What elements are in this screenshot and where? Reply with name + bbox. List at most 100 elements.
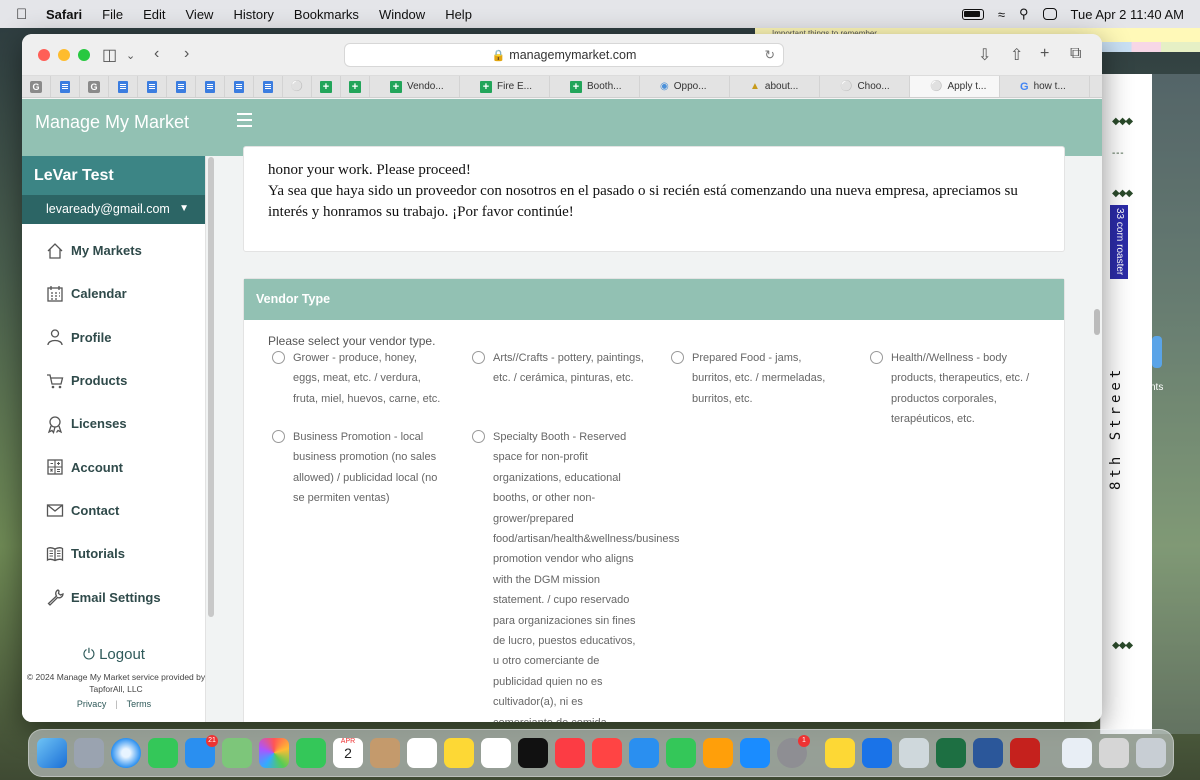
radio-button[interactable] (272, 430, 285, 443)
menu-app-name[interactable]: Safari (46, 7, 82, 22)
word-icon[interactable] (973, 738, 1003, 768)
browser-tab[interactable]: + Booth... (550, 76, 640, 97)
menu-bookmarks[interactable]: Bookmarks (294, 7, 359, 22)
stickies-icon[interactable] (825, 738, 855, 768)
sidebar-item-tutorials[interactable]: Tutorials (22, 532, 205, 575)
browser-tab[interactable]: Ghow t... (1000, 76, 1090, 97)
wifi-icon[interactable]: ≈ (998, 7, 1005, 22)
notes-icon[interactable] (444, 738, 474, 768)
browser-tab[interactable]: ▲ about... (730, 76, 820, 97)
forward-icon[interactable]: › (184, 45, 189, 63)
apple-menu-icon[interactable]:  (16, 6, 32, 23)
reload-icon[interactable]: ↻ (765, 44, 775, 66)
sidebar-item-profile[interactable]: Profile (22, 316, 205, 359)
launchpad-icon[interactable] (74, 738, 104, 768)
sidebar-item-account[interactable]: Account (22, 445, 205, 488)
browser-tab[interactable]: + Vendo... (370, 76, 460, 97)
tasks-icon[interactable] (862, 738, 892, 768)
browser-tab[interactable]: + Fire E... (460, 76, 550, 97)
pinned-tab[interactable]: + (341, 76, 370, 97)
keynote-icon[interactable] (629, 738, 659, 768)
pinned-tab[interactable] (109, 76, 138, 97)
menu-window[interactable]: Window (379, 7, 425, 22)
pinned-tab[interactable]: G (22, 76, 51, 97)
menu-file[interactable]: File (102, 7, 123, 22)
vendor-option-specialty-booth[interactable]: Specialty Booth - Reserved space for non… (472, 427, 680, 722)
browser-tab[interactable]: ◉ Oppo... (640, 76, 730, 97)
radio-button[interactable] (272, 351, 285, 364)
recent-document-icon[interactable] (1099, 738, 1129, 768)
sidebar-item-products[interactable]: Products (22, 359, 205, 402)
tab-overview-icon[interactable]: ⧉ (1070, 45, 1081, 63)
pinned-tab[interactable] (51, 76, 80, 97)
pinned-tab[interactable] (225, 76, 254, 97)
browser-tab-active[interactable]: ⚪ Apply t... (910, 76, 1000, 97)
hamburger-menu-icon[interactable] (237, 113, 252, 131)
sidebar-item-contact[interactable]: Contact (22, 489, 205, 532)
safari-icon[interactable] (111, 738, 141, 768)
zoom-window-button[interactable] (78, 49, 90, 61)
close-window-button[interactable] (38, 49, 50, 61)
maps-icon[interactable] (222, 738, 252, 768)
radio-button[interactable] (870, 351, 883, 364)
pinned-tab[interactable] (138, 76, 167, 97)
vendor-option-health-wellness[interactable]: Health//Wellness - body products, therap… (870, 348, 1042, 430)
pinned-tab[interactable]: + (312, 76, 341, 97)
vendor-option-grower[interactable]: Grower - produce, honey, eggs, meat, etc… (272, 348, 444, 409)
pages-icon[interactable] (703, 738, 733, 768)
page-scrollbar[interactable] (1094, 309, 1100, 335)
chevron-down-icon[interactable]: ⌄ (126, 49, 135, 62)
finder-icon[interactable] (37, 738, 67, 768)
reminders-icon[interactable] (407, 738, 437, 768)
site-title[interactable]: Manage My Market (35, 112, 189, 133)
minimize-window-button[interactable] (58, 49, 70, 61)
calendar-app-icon[interactable]: APR 2 (333, 738, 363, 768)
pinned-tab[interactable] (196, 76, 225, 97)
menu-clock[interactable]: Tue Apr 2 11:40 AM (1071, 7, 1184, 22)
menu-view[interactable]: View (186, 7, 214, 22)
spotlight-search-icon[interactable]: ⚲ (1019, 6, 1029, 22)
acrobat-icon[interactable] (1010, 738, 1040, 768)
facetime-icon[interactable] (296, 738, 326, 768)
sidebar-item-licenses[interactable]: Licenses (22, 402, 205, 445)
vendor-option-arts-crafts[interactable]: Arts//Crafts - pottery, paintings, etc. … (472, 348, 644, 389)
sidebar-item-my-markets[interactable]: My Markets (22, 229, 205, 272)
vendor-option-business-promotion[interactable]: Business Promotion - local business prom… (272, 427, 444, 509)
radio-button[interactable] (472, 430, 485, 443)
account-email-dropdown[interactable]: levaready@gmail.com ▼ (22, 195, 205, 224)
new-tab-icon[interactable]: + (1040, 45, 1049, 63)
contacts-icon[interactable] (370, 738, 400, 768)
app-store-icon[interactable] (740, 738, 770, 768)
excel-icon[interactable] (936, 738, 966, 768)
address-bar[interactable]: 🔒 managemymarket.com ↻ (344, 43, 784, 67)
share-icon[interactable]: ⇧ (1010, 45, 1023, 65)
pinned-tab[interactable] (167, 76, 196, 97)
battery-icon[interactable] (961, 8, 984, 20)
terms-link[interactable]: Terms (127, 699, 152, 709)
pinned-tab[interactable]: ⚪ (283, 76, 312, 97)
messages-icon[interactable] (148, 738, 178, 768)
radio-button[interactable] (472, 351, 485, 364)
privacy-link[interactable]: Privacy (77, 699, 107, 709)
news-icon[interactable] (592, 738, 622, 768)
system-settings-icon[interactable]: 1 (777, 735, 810, 768)
browser-tab[interactable]: ⚪ Choo... (820, 76, 910, 97)
freeform-icon[interactable] (481, 738, 511, 768)
background-blue-button[interactable] (1152, 336, 1162, 368)
preview-icon[interactable] (899, 738, 929, 768)
photos-icon[interactable] (259, 738, 289, 768)
downloads-stack-icon[interactable] (1062, 738, 1092, 768)
download-icon[interactable]: ⇩ (978, 45, 991, 65)
radio-button[interactable] (671, 351, 684, 364)
sidebar-item-calendar[interactable]: Calendar (22, 272, 205, 315)
trash-icon[interactable] (1136, 738, 1166, 768)
pinned-tab[interactable]: G (80, 76, 109, 97)
menu-history[interactable]: History (233, 7, 273, 22)
sidebar-toggle-icon[interactable]: ◫ (102, 45, 117, 65)
pinned-tab[interactable] (254, 76, 283, 97)
sidebar-item-email-settings[interactable]: Email Settings (22, 575, 205, 618)
back-icon[interactable]: ‹ (154, 45, 159, 63)
apple-tv-icon[interactable] (518, 738, 548, 768)
mail-icon[interactable]: 21 (185, 735, 218, 768)
vendor-option-prepared-food[interactable]: Prepared Food - jams, burritos, etc. / m… (671, 348, 843, 409)
